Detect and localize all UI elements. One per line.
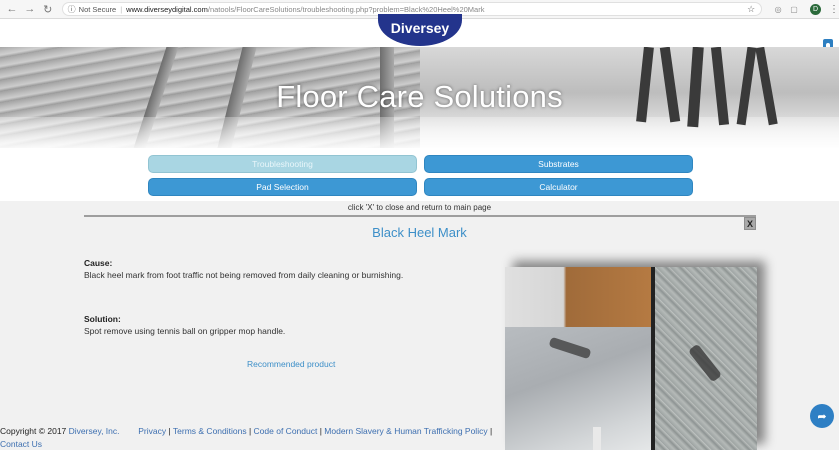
url-path: /natools/FloorCareSolutions/troubleshoot… (207, 4, 485, 14)
url-host: www.diverseydigital.com (126, 4, 208, 14)
back-arrow-icon[interactable]: ← (4, 1, 20, 17)
copyright-text: Copyright © 2017 (0, 426, 69, 436)
star-icon[interactable]: ☆ (747, 4, 755, 15)
photo-panel-right (655, 267, 757, 450)
contact-link[interactable]: Contact Us (0, 439, 42, 449)
hero-banner: Floor Care Solutions (0, 47, 839, 148)
company-link[interactable]: Diversey, Inc. (69, 426, 120, 436)
avatar[interactable]: D (810, 3, 821, 15)
menu-dots-icon[interactable]: ⋮ (829, 4, 839, 15)
reload-icon[interactable]: ↻ (40, 1, 56, 17)
photo-wall (505, 267, 651, 327)
photo-fixture (593, 427, 601, 450)
share-icon[interactable]: ➦ (810, 404, 834, 428)
info-icon[interactable]: ⓘ (68, 4, 76, 15)
cause-text: Black heel mark from foot traffic not be… (84, 270, 404, 280)
forward-arrow-icon[interactable]: → (22, 1, 38, 17)
cause-label: Cause: (84, 258, 113, 268)
solution-label: Solution: (84, 314, 121, 324)
troubleshooting-button[interactable]: Troubleshooting (148, 155, 417, 173)
main-nav: Troubleshooting Substrates Pad Selection… (0, 148, 839, 201)
security-label: Not Secure (78, 4, 117, 14)
close-hint: click 'X' to close and return to main pa… (347, 203, 492, 212)
hero-title: Floor Care Solutions (276, 79, 563, 114)
extension-icon[interactable]: ◎ (772, 3, 784, 15)
extension-icon[interactable]: ▢ (788, 3, 800, 15)
privacy-link[interactable]: Privacy (138, 426, 166, 436)
solution-text: Spot remove using tennis ball on gripper… (84, 326, 286, 336)
conduct-link[interactable]: Code of Conduct (254, 426, 318, 436)
terms-link[interactable]: Terms & Conditions (173, 426, 247, 436)
divider (84, 215, 756, 217)
hero-floor (0, 117, 839, 148)
url-separator: | (120, 4, 123, 14)
page-title: Black Heel Mark (372, 225, 467, 240)
photo-panel-left (505, 267, 651, 450)
pad-selection-button[interactable]: Pad Selection (148, 178, 417, 196)
recommended-product-link[interactable]: Recommended product (247, 359, 335, 369)
calculator-button[interactable]: Calculator (424, 178, 693, 196)
logo-text: Diversey (390, 20, 450, 36)
footer: Copyright © 2017 Diversey, Inc. Privacy … (0, 426, 493, 449)
substrates-button[interactable]: Substrates (424, 155, 693, 173)
slavery-policy-link[interactable]: Modern Slavery & Human Trafficking Polic… (324, 426, 487, 436)
heel-mark-photo (505, 267, 757, 450)
heel-mark (687, 343, 723, 383)
